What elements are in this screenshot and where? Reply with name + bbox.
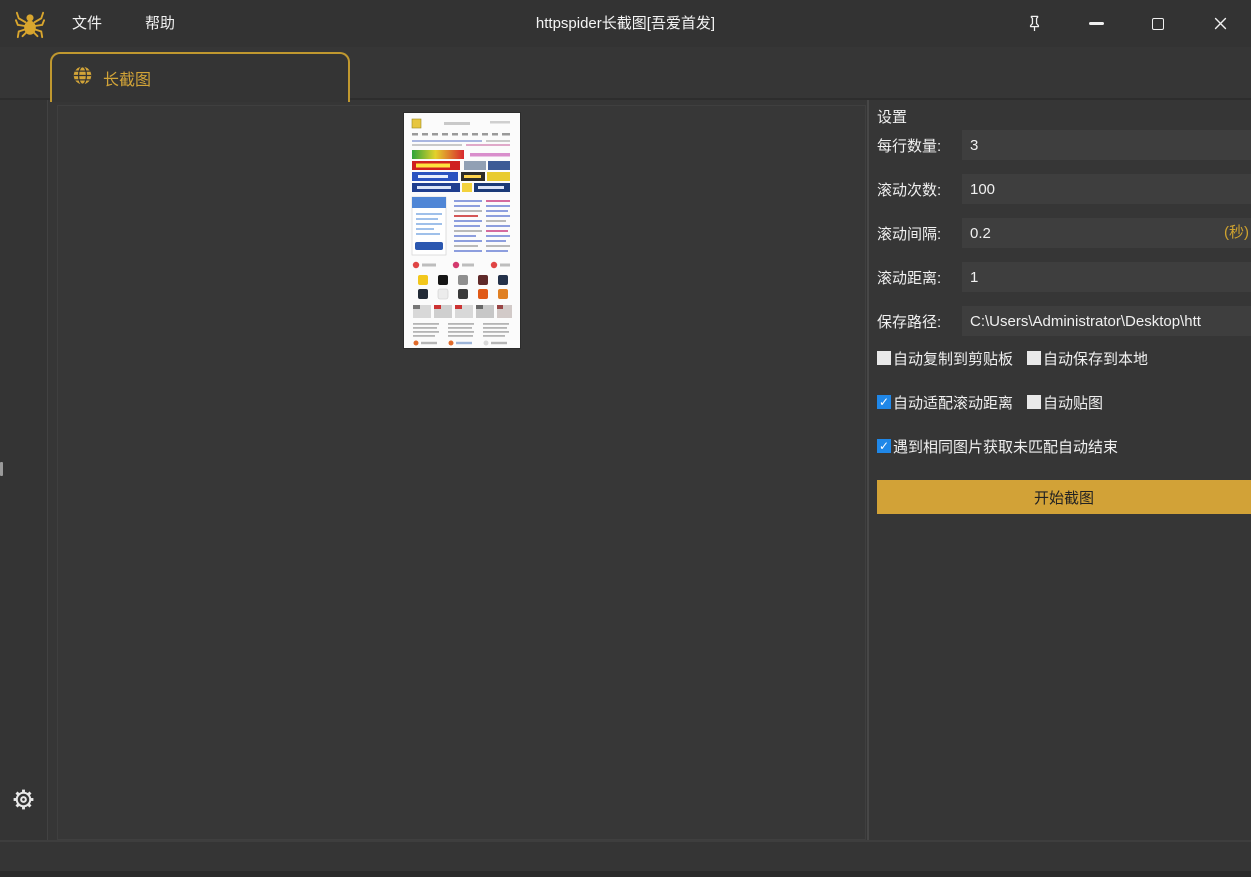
checkbox-row-1: 自动复制到剪贴板 自动保存到本地 <box>877 348 1251 368</box>
checkbox-label: 自动适配滚动距离 <box>893 392 1013 413</box>
checkbox-row-3: ✓ 遇到相同图片获取未匹配自动结束 <box>877 436 1251 456</box>
checkbox-auto-copy-clipboard[interactable]: 自动复制到剪贴板 <box>877 348 1013 369</box>
pin-icon[interactable] <box>1003 0 1065 47</box>
field-label: 保存路径: <box>877 311 962 332</box>
checkbox-row-2: ✓ 自动适配滚动距离 自动贴图 <box>877 392 1251 412</box>
settings-header: 设置 <box>877 106 907 127</box>
window-controls <box>1003 0 1251 47</box>
field-scroll-distance: 滚动距离: <box>877 262 1251 292</box>
tab-long-screenshot[interactable]: 长截图 <box>50 52 350 102</box>
field-label: 滚动次数: <box>877 179 962 200</box>
scroll-interval-input[interactable] <box>962 218 1251 248</box>
checkbox-label: 自动复制到剪贴板 <box>893 348 1013 369</box>
checkbox-icon: ✓ <box>877 395 891 409</box>
captured-webpage-thumbnail[interactable] <box>404 113 520 348</box>
preview-canvas <box>57 105 866 840</box>
checkbox-auto-end-on-duplicate[interactable]: ✓ 遇到相同图片获取未匹配自动结束 <box>877 436 1118 457</box>
checkbox-icon <box>1027 351 1041 365</box>
items-per-row-input[interactable] <box>962 130 1251 160</box>
close-icon[interactable] <box>1189 0 1251 47</box>
scroll-distance-input[interactable] <box>962 262 1251 292</box>
globe-icon <box>72 65 93 91</box>
field-items-per-row: 每行数量: <box>877 130 1251 160</box>
settings-panel: 设置 每行数量: 滚动次数: 滚动间隔: (秒) 滚动距离: 保存路径: 自动复… <box>877 100 1251 840</box>
checkbox-icon: ✓ <box>877 439 891 453</box>
app-window: 文件 帮助 httpspider长截图[吾爱首发] <box>0 0 1251 877</box>
save-path-input[interactable] <box>962 306 1251 336</box>
checkbox-label: 自动贴图 <box>1043 392 1103 413</box>
gear-icon[interactable] <box>9 785 38 814</box>
menu-file[interactable]: 文件 <box>66 0 108 47</box>
checkbox-icon <box>877 351 891 365</box>
field-scroll-interval: 滚动间隔: (秒) <box>877 218 1251 248</box>
menu-help[interactable]: 帮助 <box>139 0 181 47</box>
checkbox-auto-fit-scroll-distance[interactable]: ✓ 自动适配滚动距离 <box>877 392 1013 413</box>
maximize-icon[interactable] <box>1127 0 1189 47</box>
field-label: 滚动间隔: <box>877 223 962 244</box>
status-bar-edge <box>0 871 1251 877</box>
checkbox-auto-paste-image[interactable]: 自动贴图 <box>1027 392 1103 413</box>
titlebar[interactable]: 文件 帮助 httpspider长截图[吾爱首发] <box>0 0 1251 47</box>
field-label: 每行数量: <box>877 135 962 156</box>
checkbox-label: 遇到相同图片获取未匹配自动结束 <box>893 436 1118 457</box>
status-bar <box>0 840 1251 877</box>
spider-icon <box>15 9 45 39</box>
field-label: 滚动距离: <box>877 267 962 288</box>
field-save-path: 保存路径: <box>877 306 1251 336</box>
panel-divider <box>867 100 869 840</box>
scroll-count-input[interactable] <box>962 174 1251 204</box>
start-capture-button[interactable]: 开始截图 <box>877 480 1251 514</box>
left-sidebar <box>0 100 48 840</box>
tab-strip: 长截图 <box>0 47 1251 100</box>
resize-grip[interactable] <box>0 462 3 476</box>
tab-label: 长截图 <box>103 66 151 90</box>
checkbox-icon <box>1027 395 1041 409</box>
minimize-icon[interactable] <box>1065 0 1127 47</box>
checkbox-label: 自动保存到本地 <box>1043 348 1148 369</box>
checkbox-auto-save-local[interactable]: 自动保存到本地 <box>1027 348 1148 369</box>
field-scroll-count: 滚动次数: <box>877 174 1251 204</box>
